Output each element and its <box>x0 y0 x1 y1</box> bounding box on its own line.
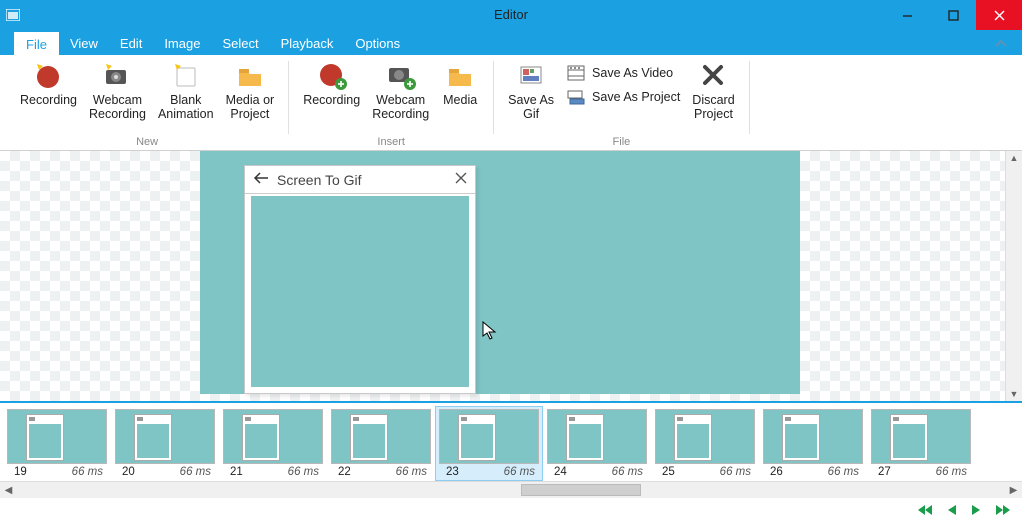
frame-thumbnail[interactable]: 25 66 ms <box>651 406 759 481</box>
recorded-window: Screen To Gif <box>244 165 476 394</box>
scroll-thumb[interactable] <box>521 484 641 496</box>
webcam-icon <box>101 59 133 91</box>
folder-icon <box>234 59 266 91</box>
frame-thumbnail[interactable]: 21 66 ms <box>219 406 327 481</box>
record-add-icon <box>316 59 348 91</box>
thumb-image <box>439 409 539 464</box>
scroll-track[interactable] <box>17 482 1005 498</box>
blank-icon <box>170 59 202 91</box>
scroll-down-icon[interactable]: ▼ <box>1010 389 1019 399</box>
tab-select[interactable]: Select <box>211 32 269 55</box>
new-recording-button[interactable]: Recording <box>14 57 83 125</box>
new-webcam-button[interactable]: WebcamRecording <box>83 57 152 125</box>
frame-duration: 66 ms <box>936 466 967 478</box>
minimize-button[interactable] <box>884 0 930 30</box>
cursor-icon <box>482 321 498 344</box>
frame-preview: Screen To Gif <box>200 151 800 394</box>
frame-number: 19 <box>14 466 27 478</box>
film-icon <box>566 64 586 82</box>
thumb-image <box>7 409 107 464</box>
new-media-button[interactable]: Media orProject <box>220 57 281 125</box>
frame-number: 21 <box>230 466 243 478</box>
frame-duration: 66 ms <box>180 466 211 478</box>
window-title: Editor <box>0 0 1022 30</box>
vertical-scrollbar[interactable]: ▲ ▼ <box>1005 151 1022 401</box>
frame-thumbnail[interactable]: 24 66 ms <box>543 406 651 481</box>
frame-number: 23 <box>446 466 459 478</box>
insert-recording-button[interactable]: Recording <box>297 57 366 125</box>
frame-number: 26 <box>770 466 783 478</box>
frame-duration: 66 ms <box>504 466 535 478</box>
record-icon <box>32 59 64 91</box>
close-button[interactable] <box>976 0 1022 30</box>
ribbon: Recording WebcamRecording BlankAnimation <box>0 55 1022 151</box>
horizontal-scrollbar[interactable]: ◀ ▶ <box>0 481 1022 498</box>
tab-view[interactable]: View <box>59 32 109 55</box>
frame-thumbnail[interactable]: 19 66 ms <box>3 406 111 481</box>
recorded-window-title: Screen To Gif <box>277 172 362 188</box>
ribbon-collapse-icon[interactable] <box>994 37 1008 51</box>
thumb-image <box>763 409 863 464</box>
separator <box>493 61 494 134</box>
close-icon <box>455 172 467 187</box>
frame-duration: 66 ms <box>612 466 643 478</box>
frame-number: 24 <box>554 466 567 478</box>
group-label-new: New <box>136 136 158 150</box>
separator <box>288 61 289 134</box>
insert-webcam-button[interactable]: WebcamRecording <box>366 57 435 125</box>
thumb-image <box>655 409 755 464</box>
folder-icon <box>444 59 476 91</box>
frame-number: 22 <box>338 466 351 478</box>
nav-first-button[interactable] <box>916 503 934 517</box>
discard-button[interactable]: DiscardProject <box>686 57 740 125</box>
back-icon <box>253 171 269 188</box>
nav-last-button[interactable] <box>994 503 1012 517</box>
frame-number: 25 <box>662 466 675 478</box>
frame-duration: 66 ms <box>288 466 319 478</box>
ribbon-tabs: File View Edit Image Select Playback Opt… <box>0 30 1022 55</box>
frame-thumbnail[interactable]: 22 66 ms <box>327 406 435 481</box>
nav-prev-button[interactable] <box>946 503 958 517</box>
scroll-right-icon[interactable]: ▶ <box>1005 485 1022 496</box>
frame-duration: 66 ms <box>72 466 103 478</box>
group-label-insert: Insert <box>377 136 405 150</box>
webcam-add-icon <box>385 59 417 91</box>
thumb-image <box>223 409 323 464</box>
frame-thumbnail[interactable]: 23 66 ms <box>435 406 543 481</box>
frame-thumbnail[interactable]: 27 66 ms <box>867 406 975 481</box>
frame-duration: 66 ms <box>720 466 751 478</box>
gif-icon <box>515 59 547 91</box>
separator <box>749 61 750 134</box>
tab-file[interactable]: File <box>14 32 59 55</box>
group-label-file: File <box>613 136 631 150</box>
frame-timeline[interactable]: 19 66 ms 20 66 ms 21 66 ms 22 66 ms 23 66 ms 24 66 … <box>0 403 1022 481</box>
maximize-button[interactable] <box>930 0 976 30</box>
scroll-up-icon[interactable]: ▲ <box>1010 153 1019 163</box>
scroll-left-icon[interactable]: ◀ <box>0 485 17 496</box>
save-video-button[interactable]: Save As Video <box>560 61 686 85</box>
project-icon <box>566 88 586 106</box>
frame-number: 27 <box>878 466 891 478</box>
frame-thumbnail[interactable]: 26 66 ms <box>759 406 867 481</box>
tab-options[interactable]: Options <box>344 32 411 55</box>
tab-playback[interactable]: Playback <box>270 32 345 55</box>
nav-next-button[interactable] <box>970 503 982 517</box>
insert-media-button[interactable]: Media <box>435 57 485 125</box>
thumb-image <box>115 409 215 464</box>
thumb-image <box>547 409 647 464</box>
save-project-button[interactable]: Save As Project <box>560 85 686 109</box>
tab-edit[interactable]: Edit <box>109 32 153 55</box>
preview-canvas[interactable]: Screen To Gif ▲ ▼ <box>0 151 1022 401</box>
new-blank-button[interactable]: BlankAnimation <box>152 57 220 125</box>
tab-image[interactable]: Image <box>153 32 211 55</box>
thumb-image <box>871 409 971 464</box>
save-gif-button[interactable]: Save AsGif <box>502 57 560 125</box>
frame-duration: 66 ms <box>828 466 859 478</box>
discard-icon <box>697 59 729 91</box>
thumb-image <box>331 409 431 464</box>
frame-duration: 66 ms <box>396 466 427 478</box>
frame-thumbnail[interactable]: 20 66 ms <box>111 406 219 481</box>
frame-number: 20 <box>122 466 135 478</box>
playback-nav <box>0 498 1022 522</box>
